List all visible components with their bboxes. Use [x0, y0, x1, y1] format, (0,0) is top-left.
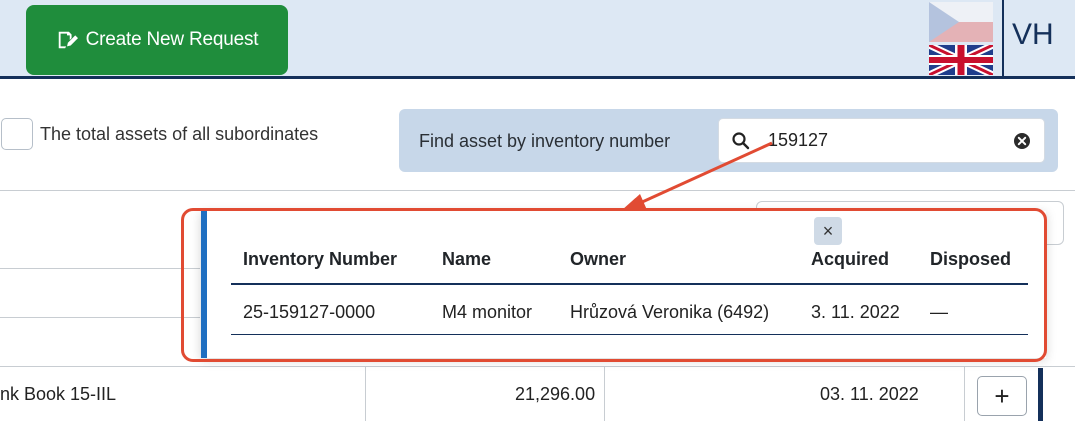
column-divider	[604, 366, 605, 421]
czech-flag-icon[interactable]	[929, 2, 993, 42]
subordinates-checkbox[interactable]	[1, 118, 33, 150]
app-header: Create New Request VH	[0, 0, 1075, 79]
find-asset-panel: Find asset by inventory number	[399, 109, 1058, 172]
create-new-request-button[interactable]: Create New Request	[26, 5, 288, 75]
table-cell-date: 03. 11. 2022	[820, 384, 919, 404]
user-avatar[interactable]: VH	[1012, 18, 1054, 52]
find-asset-label: Find asset by inventory number	[419, 131, 671, 151]
table-cell-name: nk Book 15-IIL	[0, 384, 117, 404]
clear-search-icon[interactable]	[1013, 132, 1031, 150]
column-divider	[365, 366, 366, 421]
toolbar-divider	[0, 190, 1075, 191]
table-cell-price: 21,296.00	[515, 384, 596, 404]
search-icon	[732, 132, 750, 150]
find-asset-field[interactable]	[718, 118, 1045, 163]
uk-flag-icon[interactable]	[929, 45, 993, 75]
annotation-highlight-box	[181, 208, 1047, 362]
add-row-button[interactable]: +	[977, 376, 1027, 416]
edit-note-icon	[58, 31, 78, 49]
list-row-divider	[0, 317, 200, 318]
find-asset-input[interactable]	[768, 119, 998, 162]
row-accent-bar	[1038, 368, 1043, 421]
column-divider	[964, 366, 965, 421]
list-row-divider	[0, 268, 200, 269]
create-new-request-label: Create New Request	[85, 29, 259, 50]
header-divider	[1002, 0, 1004, 76]
subordinates-checkbox-label[interactable]: The total assets of all subordinates	[40, 124, 318, 145]
